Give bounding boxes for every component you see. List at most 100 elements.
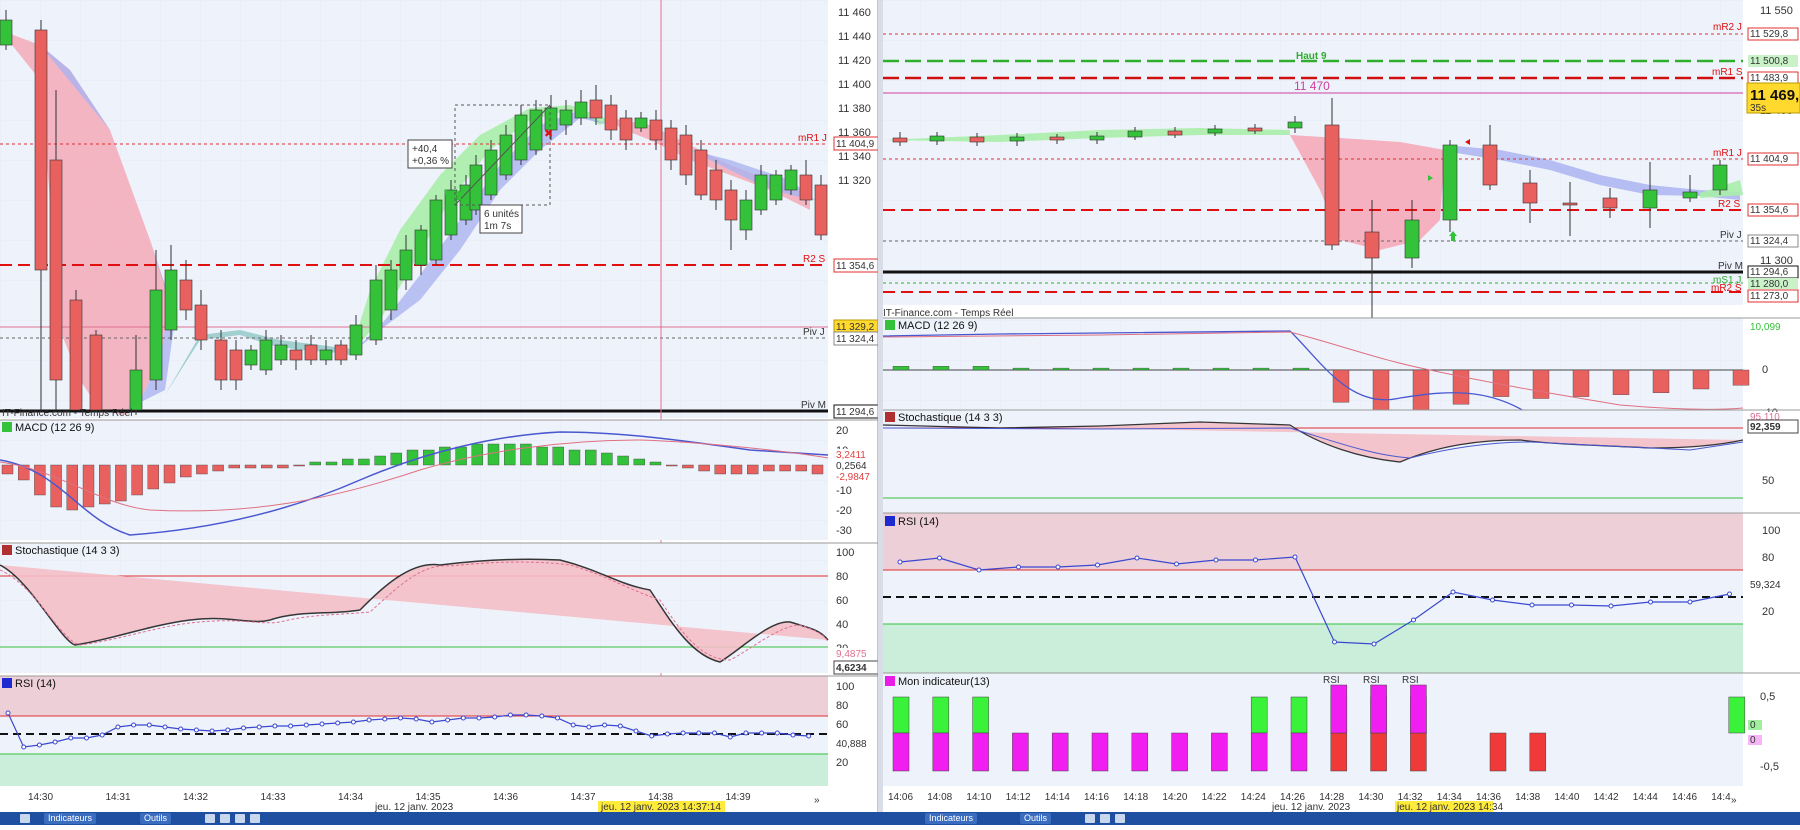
svg-text:11 483,9: 11 483,9 (1750, 73, 1789, 84)
svg-text:0,2564: 0,2564 (836, 461, 867, 472)
right-scroll-right-button[interactable]: » (1731, 795, 1737, 806)
svg-text:+0,36 %: +0,36 % (412, 156, 449, 167)
rsi-point (398, 715, 403, 721)
taskbar-tools-button-2[interactable]: Outils (1020, 813, 1052, 824)
macd-bar (115, 464, 127, 502)
left-stoch-icon (2, 545, 12, 555)
rsi-point (1292, 554, 1298, 560)
macd-bar (617, 455, 629, 466)
taskbar-indicators-button[interactable]: Indicateurs (44, 813, 97, 824)
time-tick-label: 14:32 (183, 792, 208, 803)
left-value-tag-current: 11 329,2 (833, 319, 879, 334)
rsi-point (664, 731, 670, 737)
rsi-point (586, 724, 592, 730)
svg-text:4,6234: 4,6234 (836, 663, 867, 674)
macd-bar (1, 464, 14, 475)
svg-text:92,359: 92,359 (1750, 422, 1781, 433)
axis-tick-label: 0 (1762, 364, 1768, 376)
macd-bar (795, 464, 807, 472)
macd-bar (763, 464, 775, 472)
indicator-bar (1290, 732, 1308, 772)
rsi-point (52, 739, 58, 745)
candle (334, 344, 348, 361)
macd-bar (374, 455, 386, 466)
rsi-point (36, 742, 42, 748)
candle (399, 249, 413, 281)
rsi-point (382, 716, 388, 722)
left-feed-label: IT-Finance.com - Temps Réel (2, 408, 132, 419)
time-tick-label: 14:34 (338, 792, 363, 803)
right-value-tag-mr2j: 11 529,8 (1747, 27, 1799, 41)
macd-bar (811, 464, 824, 475)
rsi-point (507, 712, 513, 718)
macd-bar (66, 464, 79, 511)
rsi-point (790, 732, 796, 738)
axis-tick-label: 50 (1762, 475, 1774, 487)
candle (129, 369, 143, 411)
rsi-point (241, 725, 246, 731)
macd-bar (1692, 369, 1710, 390)
time-tick-label: 14:33 (261, 792, 286, 803)
left-stoch-panel[interactable]: Stochastique (14 3 3) 10080604020 9,4875… (0, 542, 879, 675)
axis-tick-label: 11 440 (838, 31, 871, 43)
right-value-tag-mr1s: 11 483,9 (1747, 71, 1799, 85)
taskbar-icon-2[interactable] (220, 814, 230, 823)
taskbar-indicators-button-2[interactable]: Indicateurs (925, 813, 978, 824)
taskbar-tools-button[interactable]: Outils (140, 813, 172, 824)
left-rsi-panel[interactable]: RSI (14) 10080604020 40,888 (0, 675, 878, 786)
candle (244, 349, 258, 366)
candle (814, 184, 828, 236)
candle (1364, 231, 1380, 259)
candle (179, 279, 193, 311)
candle (559, 109, 573, 126)
right-custom-indicator-panel[interactable]: Mon indicateur(13) RSI RSI RSI 0,5 -0,5 0… (883, 672, 1800, 786)
candle (619, 117, 633, 141)
taskbar-icon-6[interactable] (1100, 814, 1110, 823)
left-macd-icon (2, 422, 12, 432)
taskbar-app-icon[interactable] (20, 814, 30, 823)
time-tick-label: 14:14 (1045, 792, 1070, 803)
rsi-point (602, 722, 608, 728)
macd-bar (1252, 367, 1270, 371)
svg-text:11 404,9: 11 404,9 (1750, 154, 1789, 165)
taskbar-icon-1[interactable] (205, 814, 215, 823)
right-rsi-panel[interactable]: RSI (14) 100804020 59,324 (883, 512, 1800, 673)
svg-text:11 469,: 11 469, (1750, 87, 1799, 104)
candle (1642, 189, 1658, 209)
axis-tick-label: 20 (836, 757, 848, 769)
rsi-point (1253, 557, 1258, 563)
left-scroll-right-button[interactable]: » (814, 795, 820, 806)
macd-bar (1132, 367, 1150, 371)
axis-tick-label: 100 (836, 681, 854, 693)
taskbar-icon-7[interactable] (1115, 814, 1125, 823)
left-stoch-value-2: 4,6234 (833, 660, 879, 675)
svg-text:11 354,6: 11 354,6 (1750, 205, 1789, 216)
rsi-point (1687, 599, 1693, 605)
candle (414, 229, 428, 266)
right-time-axis[interactable]: 14:06 14:08 14:10 14:12 14:14 14:16 14:18 14:20… (883, 786, 1800, 813)
indicator-bar (1728, 696, 1746, 734)
taskbar-icon-3[interactable] (235, 814, 245, 823)
left-macd-panel[interactable]: MACD (12 26 9) 20100-10-20-30 3,2411 0,2… (0, 419, 878, 540)
right-stoch-icon (885, 412, 895, 422)
right-stoch-panel[interactable]: Stochastique (14 3 3) 50 95,110 92,359 (882, 409, 1800, 513)
rsi-point (937, 555, 942, 561)
rsi-point (131, 722, 137, 728)
left-value-tag-mr1j: 11 404,9 (833, 136, 879, 151)
svg-text:11 324,4: 11 324,4 (836, 334, 875, 345)
taskbar-icon-4[interactable] (250, 814, 260, 823)
rsi-point (460, 715, 466, 721)
left-level-pivj: Piv J (803, 327, 825, 338)
candle (1442, 144, 1458, 221)
rsi-point (680, 730, 686, 736)
indicator-bar (1410, 684, 1427, 734)
right-macd-icon (885, 320, 895, 330)
macd-bar (892, 366, 910, 371)
left-macd-value-3: -2,9847 (834, 471, 878, 483)
axis-tick-label: 80 (836, 700, 848, 712)
left-time-axis[interactable]: 14:30 14:31 14:32 14:33 14:34 14:35 14:36 14:37… (0, 786, 878, 813)
rsi-point (1648, 599, 1653, 605)
rsi-point (1569, 602, 1574, 608)
time-tick-label: 14:12 (1006, 792, 1031, 803)
taskbar-icon-5[interactable] (1085, 814, 1095, 823)
